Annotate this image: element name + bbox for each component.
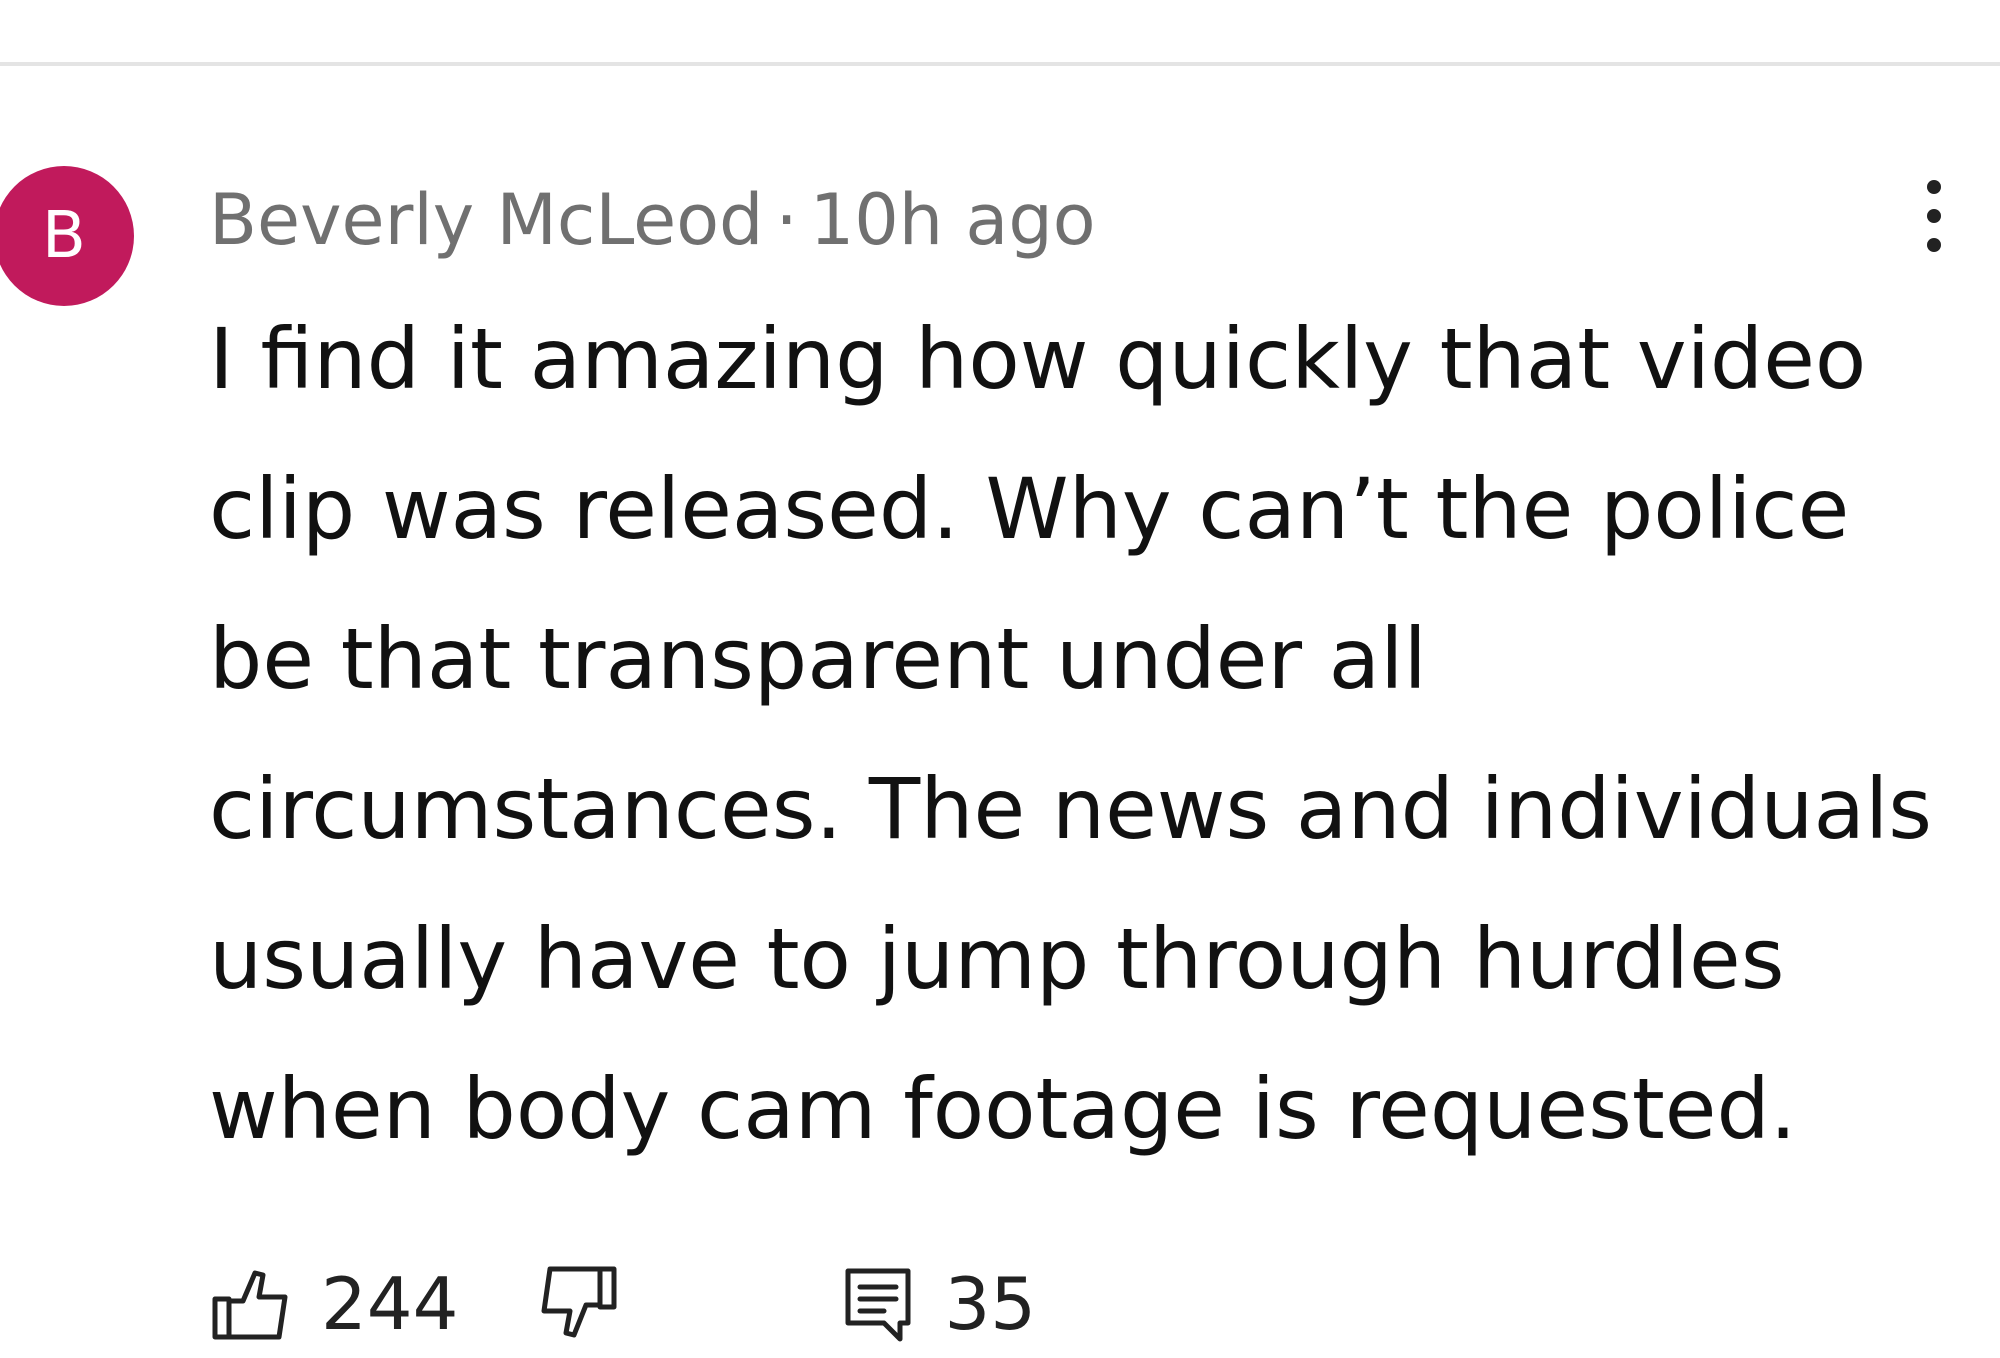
top-divider bbox=[0, 62, 2000, 66]
reply-button[interactable]: 35 bbox=[838, 1261, 1036, 1347]
dislike-button[interactable] bbox=[534, 1261, 620, 1347]
more-vertical-icon[interactable] bbox=[1914, 176, 1954, 256]
timestamp: 10h ago bbox=[809, 179, 1096, 261]
comment-actions: 244 35 bbox=[209, 1256, 1036, 1352]
comment-text: I find it amazing how quickly that video… bbox=[209, 310, 1933, 1158]
thumbs-down-icon bbox=[541, 1266, 617, 1338]
avatar-letter: B bbox=[42, 199, 86, 273]
like-button[interactable]: 244 bbox=[209, 1261, 458, 1347]
avatar[interactable]: B bbox=[0, 166, 134, 306]
thumbs-up-icon bbox=[212, 1270, 288, 1340]
comment-meta: Beverly McLeod · 10h ago bbox=[209, 172, 1096, 268]
reply-count: 35 bbox=[944, 1262, 1037, 1346]
meta-separator: · bbox=[775, 179, 798, 261]
like-count: 244 bbox=[321, 1262, 459, 1346]
comment-icon bbox=[845, 1268, 911, 1342]
author-name[interactable]: Beverly McLeod bbox=[209, 179, 763, 261]
